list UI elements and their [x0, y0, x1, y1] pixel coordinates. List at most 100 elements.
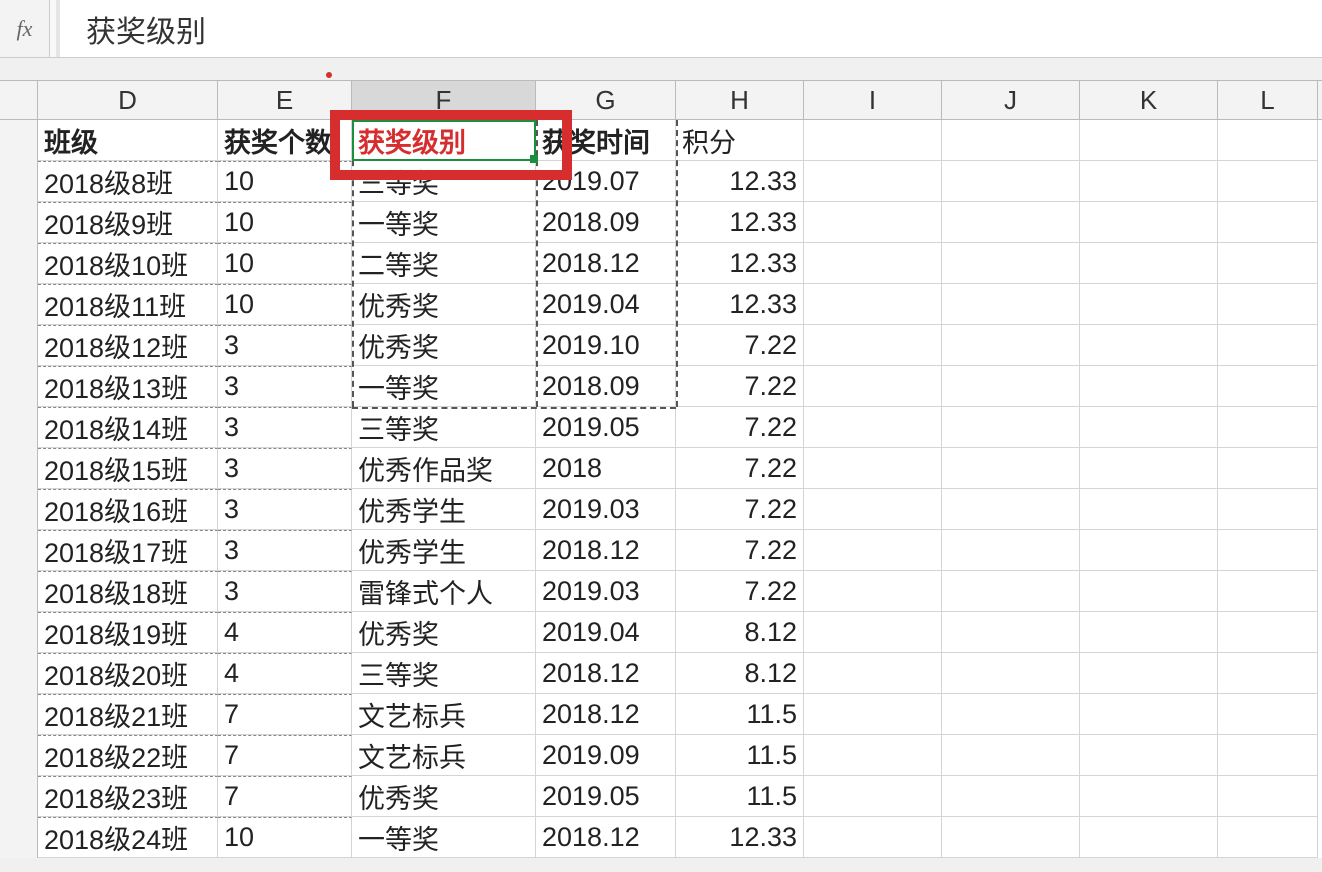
cell[interactable]: [1080, 571, 1218, 612]
cell[interactable]: 2018级21班: [38, 694, 218, 735]
cell[interactable]: [942, 776, 1080, 817]
cell[interactable]: [1080, 120, 1218, 161]
cell[interactable]: 优秀奖: [352, 325, 536, 366]
cell[interactable]: [804, 489, 942, 530]
cell[interactable]: [804, 243, 942, 284]
cell[interactable]: 2018.12: [536, 243, 676, 284]
cell[interactable]: 4: [218, 653, 352, 694]
cell[interactable]: [804, 161, 942, 202]
cell[interactable]: [942, 243, 1080, 284]
cell[interactable]: [1218, 407, 1318, 448]
cell[interactable]: 2018.09: [536, 366, 676, 407]
cell[interactable]: [1218, 817, 1318, 858]
row-header[interactable]: [0, 612, 38, 653]
cell[interactable]: [942, 325, 1080, 366]
cell[interactable]: 优秀奖: [352, 612, 536, 653]
cell[interactable]: 3: [218, 571, 352, 612]
cell[interactable]: 2018级20班: [38, 653, 218, 694]
cell[interactable]: 文艺标兵: [352, 694, 536, 735]
cell[interactable]: 优秀奖: [352, 284, 536, 325]
cell[interactable]: [1218, 530, 1318, 571]
cell[interactable]: [942, 448, 1080, 489]
cell[interactable]: [942, 817, 1080, 858]
row-header[interactable]: [0, 776, 38, 817]
cell[interactable]: 2018级8班: [38, 161, 218, 202]
col-header-D[interactable]: D: [38, 81, 218, 119]
cell[interactable]: 7.22: [676, 407, 804, 448]
cell[interactable]: [942, 120, 1080, 161]
cell[interactable]: 2018级19班: [38, 612, 218, 653]
cell[interactable]: 10: [218, 243, 352, 284]
cell[interactable]: 7.22: [676, 366, 804, 407]
fx-button[interactable]: fx: [0, 0, 50, 57]
cell[interactable]: [804, 120, 942, 161]
cell[interactable]: [1080, 694, 1218, 735]
cell[interactable]: 2018级15班: [38, 448, 218, 489]
cell[interactable]: 2018级23班: [38, 776, 218, 817]
cell[interactable]: [804, 735, 942, 776]
row-header[interactable]: [0, 735, 38, 776]
cell[interactable]: [1218, 571, 1318, 612]
cell[interactable]: [804, 817, 942, 858]
row-header[interactable]: [0, 407, 38, 448]
cell[interactable]: 7.22: [676, 571, 804, 612]
cell[interactable]: 3: [218, 530, 352, 571]
cell[interactable]: 2018.12: [536, 653, 676, 694]
cell[interactable]: [804, 612, 942, 653]
cell[interactable]: 文艺标兵: [352, 735, 536, 776]
cell[interactable]: [942, 284, 1080, 325]
cell[interactable]: [1218, 325, 1318, 366]
cell[interactable]: [1080, 407, 1218, 448]
cell[interactable]: [1080, 489, 1218, 530]
cell[interactable]: [1080, 776, 1218, 817]
cell[interactable]: [804, 530, 942, 571]
cell[interactable]: 7: [218, 694, 352, 735]
cell[interactable]: 3: [218, 325, 352, 366]
cell-header-time[interactable]: 获奖时间: [536, 120, 676, 161]
cell[interactable]: 10: [218, 817, 352, 858]
cell[interactable]: [1218, 202, 1318, 243]
cell[interactable]: 11.5: [676, 735, 804, 776]
cell[interactable]: 2018级18班: [38, 571, 218, 612]
cell[interactable]: 2019.03: [536, 571, 676, 612]
cell[interactable]: 一等奖: [352, 202, 536, 243]
cell[interactable]: 2018级24班: [38, 817, 218, 858]
cell[interactable]: 2018级22班: [38, 735, 218, 776]
col-header-H[interactable]: H: [676, 81, 804, 119]
cell[interactable]: 12.33: [676, 284, 804, 325]
cell[interactable]: [1218, 243, 1318, 284]
cell[interactable]: [1080, 735, 1218, 776]
cell[interactable]: 2019.07: [536, 161, 676, 202]
cell[interactable]: 12.33: [676, 243, 804, 284]
cell[interactable]: [1218, 653, 1318, 694]
cell[interactable]: 2018.12: [536, 694, 676, 735]
cell[interactable]: [1218, 735, 1318, 776]
cell[interactable]: 8.12: [676, 653, 804, 694]
cell[interactable]: 2018级14班: [38, 407, 218, 448]
cell[interactable]: [1218, 448, 1318, 489]
row-header[interactable]: [0, 571, 38, 612]
cell[interactable]: 二等奖: [352, 243, 536, 284]
select-all-corner[interactable]: [0, 81, 38, 119]
cell[interactable]: 8.12: [676, 612, 804, 653]
col-header-I[interactable]: I: [804, 81, 942, 119]
cell[interactable]: [942, 694, 1080, 735]
cell[interactable]: 3: [218, 489, 352, 530]
cell[interactable]: [804, 202, 942, 243]
cell[interactable]: 4: [218, 612, 352, 653]
row-header[interactable]: [0, 817, 38, 858]
cell[interactable]: [804, 776, 942, 817]
row-header[interactable]: [0, 161, 38, 202]
cell[interactable]: [804, 325, 942, 366]
cell[interactable]: 优秀学生: [352, 489, 536, 530]
cell[interactable]: 三等奖: [352, 161, 536, 202]
cell[interactable]: 2019.04: [536, 612, 676, 653]
formula-input[interactable]: 获奖级别: [56, 0, 1322, 57]
cell[interactable]: [942, 366, 1080, 407]
cell[interactable]: [1080, 243, 1218, 284]
cell[interactable]: 2019.03: [536, 489, 676, 530]
cell[interactable]: 2019.10: [536, 325, 676, 366]
cell[interactable]: [804, 653, 942, 694]
cell[interactable]: 12.33: [676, 202, 804, 243]
row-header[interactable]: [0, 694, 38, 735]
